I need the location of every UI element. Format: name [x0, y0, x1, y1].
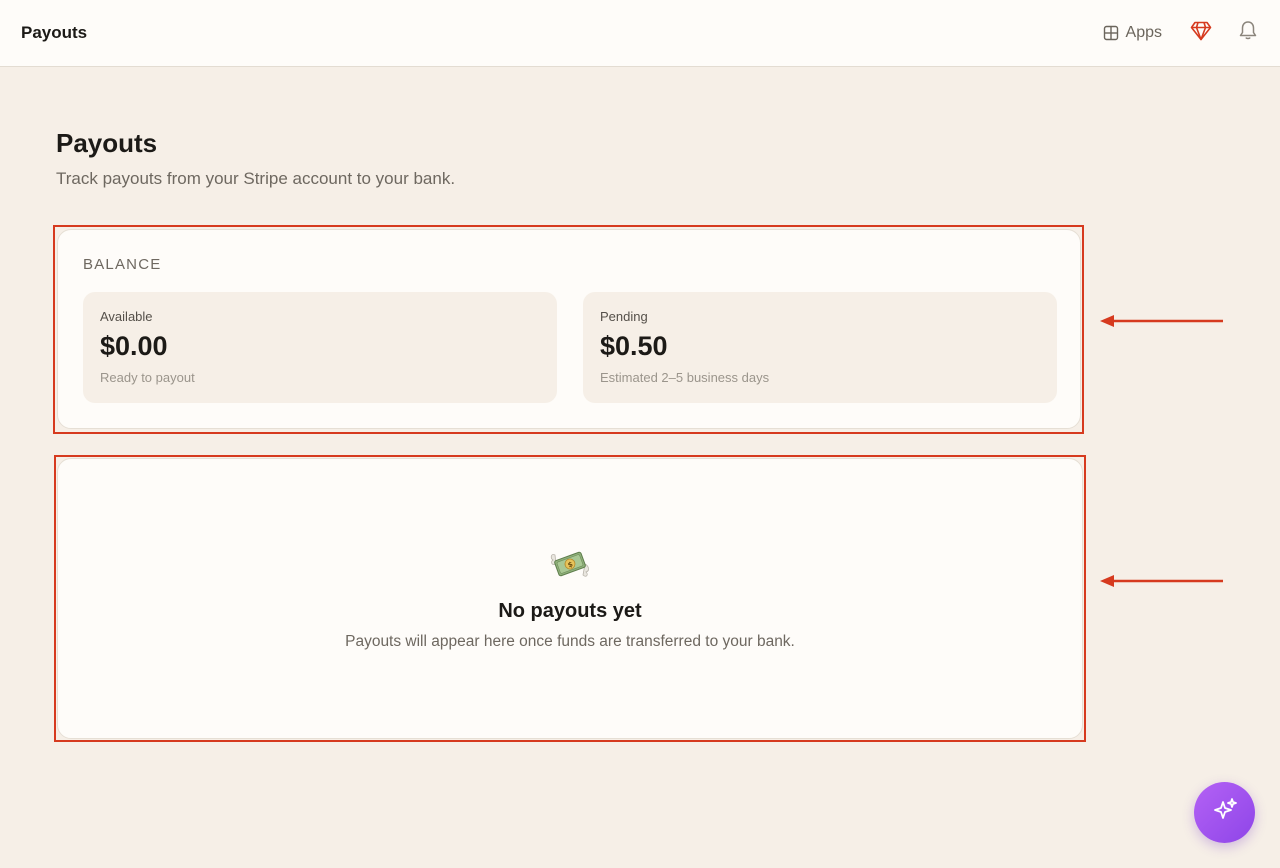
annotation-arrow-empty-state — [1100, 575, 1223, 587]
empty-state-message: Payouts will appear here once funds are … — [345, 633, 795, 650]
available-balance-tile: Available $0.00 Ready to payout — [83, 292, 557, 403]
pending-label: Pending — [600, 309, 648, 324]
upgrade-button[interactable] — [1190, 21, 1212, 46]
pending-amount: $0.50 — [600, 331, 668, 361]
bell-icon — [1238, 20, 1258, 46]
header-actions: Apps — [1103, 20, 1258, 46]
page-title: Payouts — [56, 128, 158, 158]
pending-balance-tile: Pending $0.50 Estimated 2–5 business day… — [583, 292, 1057, 403]
sparkles-icon — [1211, 796, 1239, 829]
balance-label: BALANCE — [83, 256, 162, 273]
apps-button[interactable]: Apps — [1103, 24, 1162, 42]
apps-label: Apps — [1125, 24, 1162, 41]
balance-card: BALANCE Available $0.00 Ready to payout … — [57, 229, 1081, 429]
page-subtitle: Track payouts from your Stripe account t… — [56, 169, 456, 188]
assistant-button[interactable] — [1194, 782, 1255, 843]
money-with-wings-icon: $ — [549, 543, 591, 585]
available-note: Ready to payout — [100, 370, 195, 385]
available-amount: $0.00 — [100, 331, 168, 361]
top-bar: Payouts Apps — [0, 0, 1280, 67]
gem-icon — [1190, 21, 1212, 46]
pending-note: Estimated 2–5 business days — [600, 370, 770, 385]
annotation-arrow-balance — [1100, 315, 1223, 327]
empty-state-title: No payouts yet — [498, 600, 642, 622]
available-label: Available — [100, 309, 153, 324]
header-title: Payouts — [21, 23, 88, 42]
grid-icon — [1103, 25, 1119, 41]
payouts-empty-state: $ No payouts yet Payouts will appear her… — [57, 458, 1083, 739]
notifications-button[interactable] — [1238, 20, 1258, 46]
